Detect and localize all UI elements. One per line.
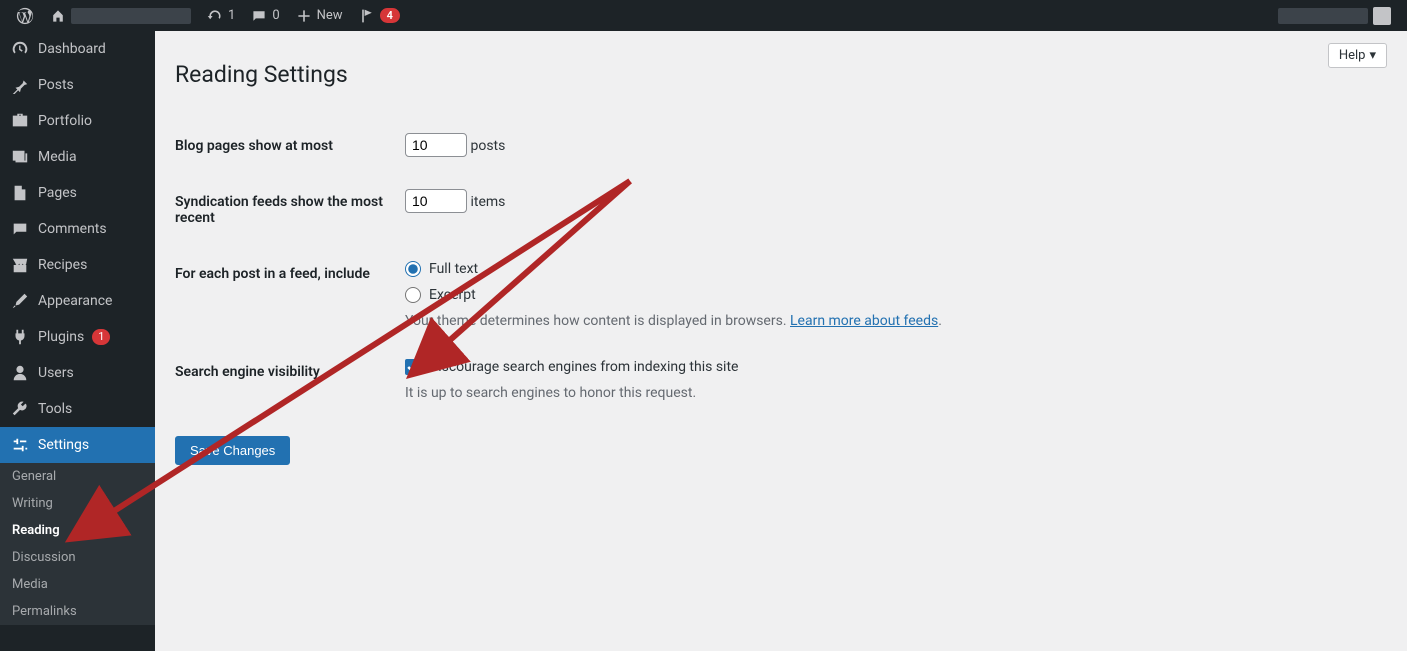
sidebar-item-label: Comments — [38, 221, 107, 237]
home-icon — [50, 8, 66, 24]
feed-full-text-label: Full text — [429, 261, 478, 277]
plugin-notice-button[interactable]: 4 — [351, 0, 408, 31]
sidebar-item-label: Dashboard — [38, 41, 106, 57]
sidebar-item-settings[interactable]: Settings — [0, 427, 155, 463]
sidebar-item-label: Recipes — [38, 257, 87, 273]
sidebar-item-label: Posts — [38, 77, 74, 93]
submenu-item-discussion[interactable]: Discussion — [0, 544, 155, 571]
user-account-button[interactable] — [1270, 0, 1399, 31]
sidebar-item-posts[interactable]: Posts — [0, 67, 155, 103]
submenu-item-writing[interactable]: Writing — [0, 490, 155, 517]
sidebar-item-dashboard[interactable]: Dashboard — [0, 31, 155, 67]
sidebar-item-appearance[interactable]: Appearance — [0, 283, 155, 319]
sidebar-item-media[interactable]: Media — [0, 139, 155, 175]
user-icon — [10, 363, 30, 383]
site-name-redacted — [71, 8, 191, 24]
blog-pages-input[interactable] — [405, 133, 467, 157]
pin-icon — [10, 75, 30, 95]
store-icon — [10, 255, 30, 275]
brush-icon — [10, 291, 30, 311]
sidebar-item-label: Portfolio — [38, 113, 92, 129]
plug-icon — [10, 327, 30, 347]
syndication-label: Syndication feeds show the most recent — [175, 174, 395, 246]
plus-icon — [296, 8, 312, 24]
sidebar-item-label: Settings — [38, 437, 89, 453]
save-changes-button[interactable]: Save Changes — [175, 436, 290, 465]
flag-icon — [359, 8, 375, 24]
plugin-badge: 4 — [380, 8, 400, 23]
blog-pages-suffix: posts — [470, 138, 505, 154]
submenu-item-general[interactable]: General — [0, 463, 155, 490]
dashboard-icon — [10, 39, 30, 59]
submenu-item-media[interactable]: Media — [0, 571, 155, 598]
sidebar-item-comments[interactable]: Comments — [0, 211, 155, 247]
sidebar-item-label: Appearance — [38, 293, 112, 309]
new-label: New — [317, 8, 343, 23]
seo-description: It is up to search engines to honor this… — [405, 385, 1377, 401]
syndication-input[interactable] — [405, 189, 467, 213]
sidebar-item-tools[interactable]: Tools — [0, 391, 155, 427]
avatar-icon — [1373, 7, 1391, 25]
syndication-suffix: items — [470, 194, 505, 210]
briefcase-icon — [10, 111, 30, 131]
help-tab[interactable]: Help▾ — [1328, 43, 1387, 68]
seo-discourage-checkbox[interactable] — [405, 359, 421, 375]
sidebar-item-pages[interactable]: Pages — [0, 175, 155, 211]
sidebar-item-label: Pages — [38, 185, 77, 201]
sidebar-item-users[interactable]: Users — [0, 355, 155, 391]
wordpress-icon — [16, 7, 34, 25]
sidebar-item-label: Plugins — [38, 329, 84, 345]
admin-sidebar: Dashboard Posts Portfolio Media Pages Comment… — [0, 31, 155, 651]
sidebar-item-portfolio[interactable]: Portfolio — [0, 103, 155, 139]
comments-button[interactable]: 0 — [243, 0, 287, 31]
caret-down-icon: ▾ — [1369, 48, 1376, 63]
blog-pages-label: Blog pages show at most — [175, 118, 395, 174]
feed-include-label: For each post in a feed, include — [175, 246, 395, 344]
learn-more-feeds-link[interactable]: Learn more about feeds — [790, 313, 938, 329]
admin-bar: 1 0 New 4 — [0, 0, 1407, 31]
site-home-button[interactable] — [42, 0, 199, 31]
feed-description: Your theme determines how content is dis… — [405, 313, 1377, 329]
seo-visibility-label: Search engine visibility — [175, 344, 395, 416]
comment-icon — [251, 8, 267, 24]
wrench-icon — [10, 399, 30, 419]
sidebar-item-label: Media — [38, 149, 77, 165]
sidebar-item-recipes[interactable]: Recipes — [0, 247, 155, 283]
sidebar-item-label: Users — [38, 365, 74, 381]
media-icon — [10, 147, 30, 167]
new-content-button[interactable]: New — [288, 0, 351, 31]
sliders-icon — [10, 435, 30, 455]
main-content: Help▾ Reading Settings Blog pages show a… — [155, 31, 1407, 651]
username-redacted — [1278, 8, 1368, 24]
wp-logo-button[interactable] — [8, 0, 42, 31]
feed-full-text-radio[interactable] — [405, 261, 421, 277]
menu-badge: 1 — [92, 329, 110, 345]
seo-discourage-label: Discourage search engines from indexing … — [429, 359, 738, 375]
submenu-item-reading[interactable]: Reading — [0, 517, 155, 544]
updates-button[interactable]: 1 — [199, 0, 243, 31]
refresh-icon — [207, 8, 223, 24]
submenu-item-permalinks[interactable]: Permalinks — [0, 598, 155, 625]
updates-count: 1 — [228, 8, 235, 23]
sidebar-item-label: Tools — [38, 401, 72, 417]
sidebar-item-plugins[interactable]: Plugins 1 — [0, 319, 155, 355]
feed-excerpt-label: Excerpt — [429, 287, 476, 303]
feed-excerpt-radio[interactable] — [405, 287, 421, 303]
comment-icon — [10, 219, 30, 239]
page-title: Reading Settings — [175, 61, 1387, 88]
page-icon — [10, 183, 30, 203]
comments-count: 0 — [272, 8, 279, 23]
